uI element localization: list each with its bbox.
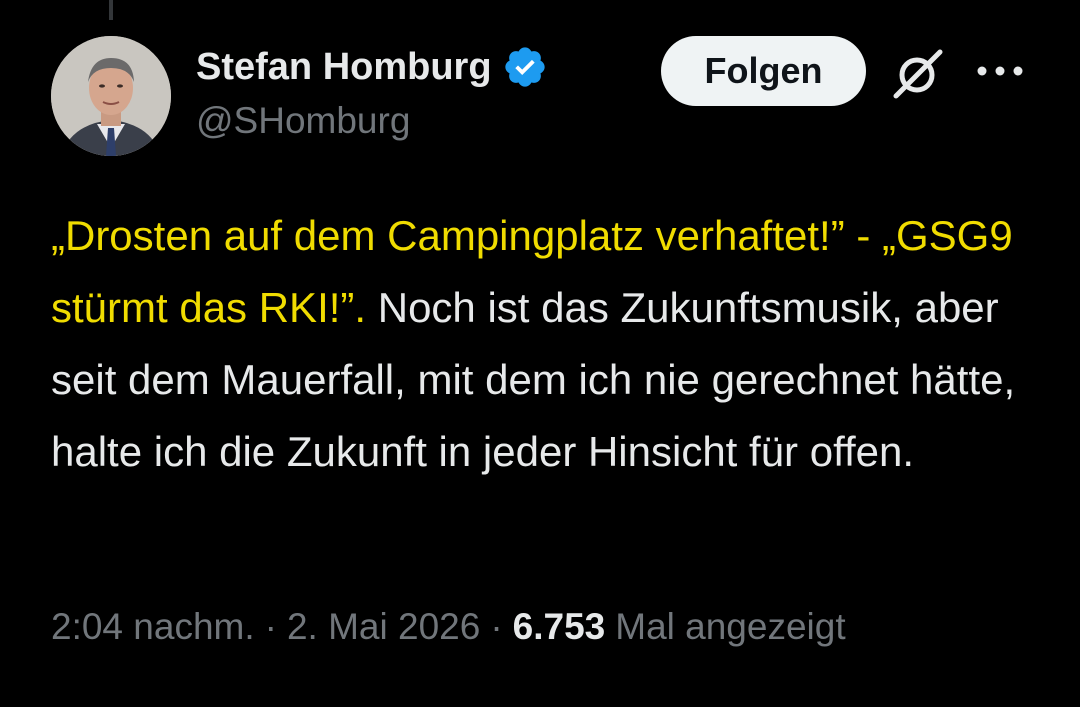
- follow-button[interactable]: Folgen: [661, 36, 866, 106]
- grok-icon[interactable]: [890, 44, 948, 102]
- meta-separator: ·: [490, 606, 503, 647]
- display-name[interactable]: Stefan Homburg: [196, 46, 492, 89]
- tweet-metadata: 2:04 nachm. · 2. Mai 2026 · 6.753 Mal an…: [51, 606, 846, 648]
- author-handle[interactable]: @SHomburg: [196, 100, 410, 142]
- meta-separator: ·: [264, 606, 277, 647]
- author-name-row: Stefan Homburg: [196, 42, 548, 92]
- views-count: 6.753: [512, 606, 606, 647]
- tweet-text: „Drosten auf dem Campingplatz verhaftet!…: [51, 200, 1051, 488]
- thread-connector-line: [109, 0, 113, 20]
- more-options-icon[interactable]: [974, 60, 1026, 82]
- avatar[interactable]: [51, 36, 171, 156]
- profile-photo: [51, 36, 171, 156]
- tweet-date[interactable]: 2. Mai 2026: [287, 606, 480, 648]
- verified-badge-icon[interactable]: [502, 44, 548, 90]
- views-label: Mal angezeigt: [615, 606, 846, 647]
- tweet-time[interactable]: 2:04 nachm.: [51, 606, 255, 648]
